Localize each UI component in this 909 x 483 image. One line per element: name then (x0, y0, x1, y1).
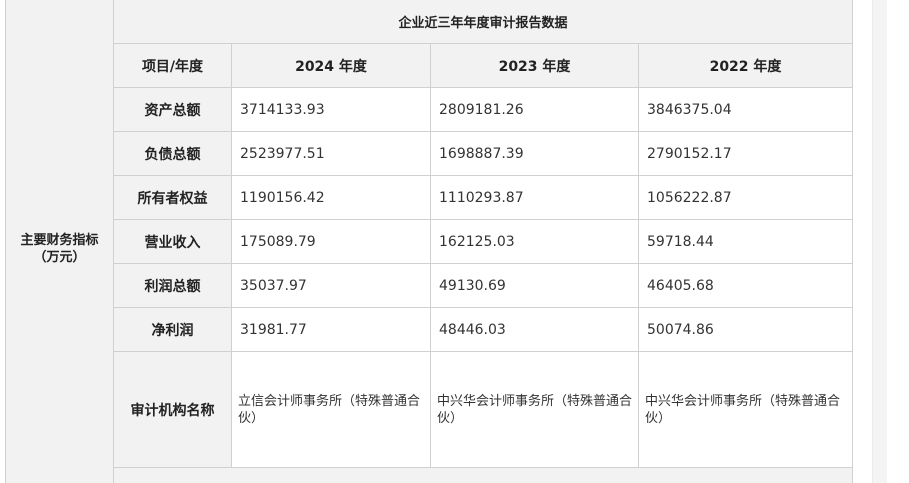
auditor-row: 审计机构名称 立信会计师事务所（特殊普通合伙） 中兴华会计师事务所（特殊普通合伙… (6, 351, 854, 468)
cell-value: 2809181.26 (430, 87, 639, 132)
header-year-2023: 2023 年度 (430, 43, 639, 88)
cell-value: 46405.68 (637, 263, 854, 308)
table-row: 所有者权益 1190156.42 1110293.87 1056222.87 (6, 175, 854, 220)
table-tail-row (6, 467, 854, 483)
cell-value: 1190156.42 (231, 175, 431, 220)
cell-value: 175089.79 (231, 219, 431, 264)
header-item-year: 项目/年度 (113, 43, 232, 88)
page: 主要财务指标（万元） 企业近三年年度审计报告数据 项目/年度 2024 年度 2… (0, 0, 909, 483)
cell-value: 2523977.51 (231, 131, 431, 176)
row-label-auditor: 审计机构名称 (113, 351, 232, 468)
table-row: 负债总额 2523977.51 1698887.39 2790152.17 (6, 131, 854, 176)
cell-value: 31981.77 (231, 307, 431, 352)
page-side-strip (872, 0, 887, 483)
cell-value: 1110293.87 (430, 175, 639, 220)
row-label-operating-revenue: 营业收入 (113, 219, 232, 264)
cell-value: 50074.86 (637, 307, 854, 352)
auditor-name: 立信会计师事务所（特殊普通合伙） (231, 351, 431, 468)
row-label-total-liabilities: 负债总额 (113, 131, 232, 176)
cell-value: 3714133.93 (231, 87, 431, 132)
table-row: 营业收入 175089.79 162125.03 59718.44 (6, 219, 854, 264)
cell-value: 35037.97 (231, 263, 431, 308)
table-tail (112, 467, 854, 483)
row-label-net-profit: 净利润 (113, 307, 232, 352)
header-row: 项目/年度 2024 年度 2023 年度 2022 年度 (6, 43, 854, 88)
row-label-total-profit: 利润总额 (113, 263, 232, 308)
table-caption: 企业近三年年度审计报告数据 (112, 0, 854, 44)
cell-value: 162125.03 (430, 219, 639, 264)
header-year-2024: 2024 年度 (231, 43, 431, 88)
table-row: 资产总额 3714133.93 2809181.26 3846375.04 (6, 87, 854, 132)
auditor-name: 中兴华会计师事务所（特殊普通合伙） (430, 351, 639, 468)
cell-value: 48446.03 (430, 307, 639, 352)
header-year-2022: 2022 年度 (637, 43, 854, 88)
auditor-name: 中兴华会计师事务所（特殊普通合伙） (637, 351, 854, 468)
cell-value: 3846375.04 (637, 87, 854, 132)
cell-value: 1056222.87 (637, 175, 854, 220)
caption-row: 主要财务指标（万元） 企业近三年年度审计报告数据 (5, 0, 854, 483)
cell-value: 1698887.39 (430, 131, 639, 176)
table-row: 净利润 31981.77 48446.03 50074.86 (6, 307, 854, 352)
row-label-owners-equity: 所有者权益 (113, 175, 232, 220)
table-row: 利润总额 35037.97 49130.69 46405.68 (6, 263, 854, 308)
cell-value: 49130.69 (430, 263, 639, 308)
row-label-total-assets: 资产总额 (113, 87, 232, 132)
cell-value: 2790152.17 (637, 131, 854, 176)
financial-indicators-table: 主要财务指标（万元） 企业近三年年度审计报告数据 项目/年度 2024 年度 2… (5, 0, 854, 483)
section-label: 主要财务指标（万元） (5, 0, 114, 483)
cell-value: 59718.44 (637, 219, 854, 264)
